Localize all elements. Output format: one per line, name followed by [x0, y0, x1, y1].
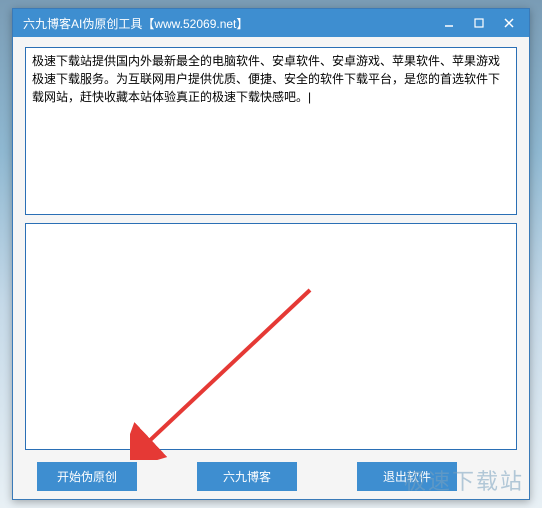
output-textarea[interactable] — [25, 223, 517, 450]
app-window: 六九博客AI伪原创工具【www.52069.net】 开始伪原创 六九博客 退出… — [12, 8, 530, 500]
blog-button[interactable]: 六九博客 — [197, 462, 297, 491]
titlebar: 六九博客AI伪原创工具【www.52069.net】 — [13, 9, 529, 37]
minimize-button[interactable] — [435, 12, 463, 34]
start-button[interactable]: 开始伪原创 — [37, 462, 137, 491]
close-button[interactable] — [495, 12, 523, 34]
exit-button[interactable]: 退出软件 — [357, 462, 457, 491]
button-row: 开始伪原创 六九博客 退出软件 — [25, 458, 517, 491]
input-textarea[interactable] — [25, 47, 517, 215]
maximize-button[interactable] — [465, 12, 493, 34]
content-area: 开始伪原创 六九博客 退出软件 — [13, 37, 529, 499]
window-controls — [435, 12, 523, 34]
window-title: 六九博客AI伪原创工具【www.52069.net】 — [23, 15, 435, 32]
